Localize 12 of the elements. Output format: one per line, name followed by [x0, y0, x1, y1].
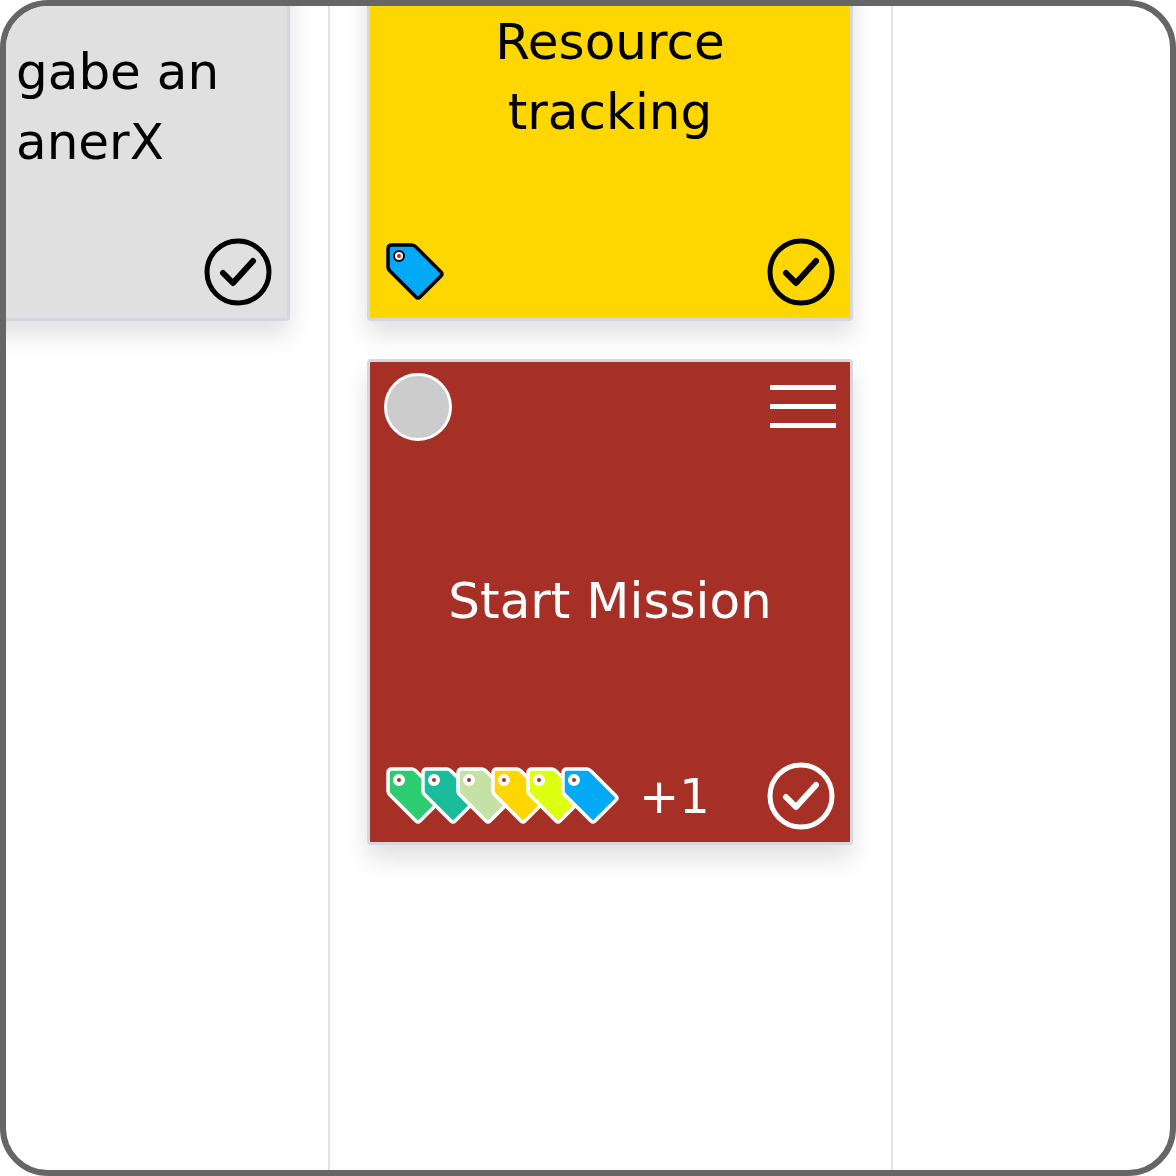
check-circle-icon[interactable]: [203, 237, 273, 307]
check-circle-icon[interactable]: [766, 237, 836, 307]
card-title: gabe an: [16, 42, 220, 103]
task-card[interactable]: Resource tracking: [367, 6, 853, 321]
task-card[interactable]: gabe an anerX: [6, 6, 290, 321]
card-title: Start Mission: [448, 571, 772, 632]
more-tags-count: +1: [639, 768, 710, 824]
task-card[interactable]: Start Mission +1: [367, 359, 853, 845]
card-title: tracking: [507, 82, 713, 143]
card-title: Resource: [495, 12, 725, 73]
menu-icon[interactable]: [770, 385, 836, 429]
card-title: anerX: [16, 112, 164, 173]
